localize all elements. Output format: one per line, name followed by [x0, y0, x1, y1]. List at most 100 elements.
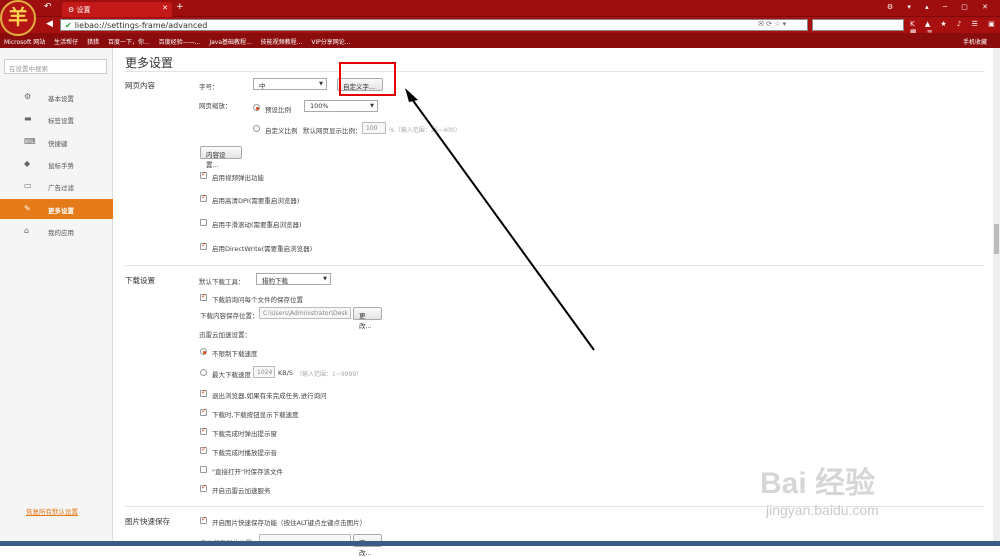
sidebar-item-shortcuts[interactable]: ⌨ 快捷键: [0, 132, 113, 152]
bookmark[interactable]: VIP分享网论...: [311, 39, 350, 46]
tab-settings[interactable]: ⚙ 设置 ✕: [62, 2, 172, 17]
content-settings-button[interactable]: 内容设置...: [200, 146, 242, 169]
checkbox[interactable]: [200, 193, 207, 202]
preset-zoom-select[interactable]: 100% ▼: [304, 100, 378, 112]
checkbox[interactable]: [200, 445, 207, 454]
sidebar-item-apps[interactable]: ⌂ 我的应用: [0, 221, 113, 241]
download-tool-value: 猎豹下载: [262, 277, 288, 285]
option-label: "直接打开"时保存该文件: [212, 468, 283, 476]
bookmark[interactable]: Java基础教程...: [209, 39, 251, 46]
sidebar-item-tabs[interactable]: ▬ 标签设置: [0, 109, 113, 129]
unlimited-speed-radio[interactable]: [200, 348, 207, 355]
scrollbar-thumb[interactable]: [994, 224, 999, 254]
back-button[interactable]: ◀: [46, 19, 53, 29]
sidebar: 在设置中搜索 ⚙ 基本设置 ▬ 标签设置 ⌨ 快捷键 ◆ 鼠标手势 ▭ 广告过滤 ✎ 更多设…: [0, 48, 113, 546]
title-bar: ↶ ⚙ 设置 ✕ + ⚙ ▾ ▴ ─ ▢ ✕: [0, 0, 1000, 17]
option-label: 下载时,下载按钮显示下载速度: [212, 411, 299, 419]
sidebar-item-more[interactable]: ✎ 更多设置: [0, 199, 113, 219]
unlimited-speed-label: 不限制下载速度: [212, 350, 258, 358]
keyboard-icon: ⌨: [24, 137, 36, 146]
wrench-icon: ✎: [24, 204, 31, 213]
option-label: 启用DirectWrite(需要重启浏览器): [212, 245, 313, 253]
option-label: 启用平滑滚动(需要重启浏览器): [212, 221, 302, 229]
bookmark[interactable]: 生活帮仔: [54, 39, 78, 46]
checkbox[interactable]: [200, 515, 207, 524]
tag-icon: ▬: [24, 114, 32, 123]
restore-defaults-link[interactable]: 恢复所有默认设置: [26, 506, 78, 516]
bookmark[interactable]: 猎猎: [87, 39, 99, 46]
max-speed-unit: KB/S: [278, 369, 294, 377]
custom-zoom-radio[interactable]: [253, 125, 260, 132]
option-label: 下载完成时弹出提示窗: [212, 430, 277, 438]
sidebar-item-adblock[interactable]: ▭ 广告过滤: [0, 176, 113, 196]
url-action-icons[interactable]: ✉ ⟳ ☆ ▾: [758, 20, 786, 28]
option-label: 开启图片快速保存功能（按住ALT键点左键点击图片）: [212, 519, 367, 527]
xunlei-label: 迅雷云加速设置：: [199, 331, 251, 339]
section-web-content: 网页内容: [125, 81, 155, 90]
bookmarks-bar: Microsoft 网站 生活帮仔 猎猎 百度一下，你... 百度经验——...…: [0, 33, 1000, 48]
download-path-label: 下载内容保存位置：: [200, 312, 259, 320]
option-label: 下载前询问每个文件的保存位置: [212, 296, 303, 304]
default-display-label: 默认网页显示比例：: [303, 127, 362, 135]
taskbar: [0, 541, 1000, 546]
scrollbar[interactable]: [993, 48, 1000, 546]
watermark: Bai 经验: [760, 467, 876, 500]
change-path-button[interactable]: 更改...: [353, 307, 382, 330]
option-label: 启用高清DPI(需要重启浏览器): [212, 197, 300, 205]
divider: [125, 265, 985, 266]
address-bar: ◀ ✔ liebao://settings-frame/advanced ✉ ⟳ …: [0, 17, 1000, 36]
custom-zoom-label: 自定义比例: [265, 127, 298, 135]
browser-logo[interactable]: 羊: [0, 0, 36, 36]
checkbox[interactable]: [200, 241, 207, 250]
preset-zoom-value: 100%: [310, 102, 329, 110]
sidebar-item-gestures[interactable]: ◆ 鼠标手势: [0, 154, 113, 174]
bookmark[interactable]: 百度一下，你...: [108, 39, 150, 46]
search-box[interactable]: [812, 19, 904, 31]
font-size-value: 中: [259, 82, 266, 90]
checkbox[interactable]: [200, 426, 207, 435]
checkbox[interactable]: [200, 466, 207, 473]
settings-search-input[interactable]: 在设置中搜索: [4, 59, 107, 74]
checkbox[interactable]: [200, 219, 207, 226]
download-tool-select[interactable]: 猎豹下载 ▼: [256, 273, 331, 285]
chevron-down-icon: ▼: [319, 81, 323, 87]
option-label: 启用视频弹出功能: [212, 174, 264, 182]
section-download: 下载设置: [125, 276, 155, 285]
checkbox[interactable]: [200, 170, 207, 179]
chevron-down-icon: ▼: [323, 276, 327, 282]
nav-label: 更多设置: [48, 207, 74, 215]
preset-zoom-label: 预设比例: [265, 106, 291, 114]
download-path-input[interactable]: C:\Users\Administrator\Desk: [259, 307, 351, 319]
section-image-save: 图片快速保存: [125, 517, 170, 526]
url-text: liebao://settings-frame/advanced: [74, 21, 208, 30]
max-speed-radio[interactable]: [200, 369, 207, 376]
filter-icon: ▭: [24, 181, 32, 190]
bookmark-mobile[interactable]: 手机收藏: [963, 37, 987, 46]
close-tab-icon[interactable]: ✕: [162, 4, 168, 12]
option-label: 退出浏览器,如果有未完成任务,进行询问: [212, 392, 327, 400]
checkbox[interactable]: [200, 483, 207, 492]
preset-zoom-radio[interactable]: [253, 104, 260, 111]
custom-zoom-hint: %（输入范围：25~400）: [389, 127, 461, 134]
max-speed-input[interactable]: 1024: [253, 366, 275, 378]
nav-label: 标签设置: [48, 117, 74, 125]
bookmark[interactable]: 百度经验——...: [159, 39, 201, 46]
url-input[interactable]: ✔ liebao://settings-frame/advanced: [60, 19, 808, 31]
bookmark[interactable]: Microsoft 网站: [4, 39, 45, 46]
gear-icon: ⚙: [68, 6, 75, 14]
font-size-select[interactable]: 中 ▼: [253, 78, 327, 90]
window-controls[interactable]: ⚙ ▾ ▴ ─ ▢ ✕: [887, 3, 994, 11]
checkbox[interactable]: [200, 407, 207, 416]
sidebar-item-basic[interactable]: ⚙ 基本设置: [0, 87, 113, 107]
back-icon[interactable]: ↶: [44, 2, 52, 12]
new-tab-button[interactable]: +: [176, 2, 184, 12]
option-label: 开启迅雷云加速服务: [212, 487, 271, 495]
zoom-label: 网页缩放：: [199, 102, 232, 110]
custom-zoom-input[interactable]: 100: [362, 122, 386, 134]
nav-label: 广告过滤: [48, 184, 74, 192]
checkbox[interactable]: [200, 388, 207, 397]
chevron-down-icon: ▼: [370, 103, 374, 109]
page-title: 更多设置: [125, 56, 174, 70]
checkbox[interactable]: [200, 292, 207, 301]
bookmark[interactable]: 技能视频教程...: [261, 39, 303, 46]
